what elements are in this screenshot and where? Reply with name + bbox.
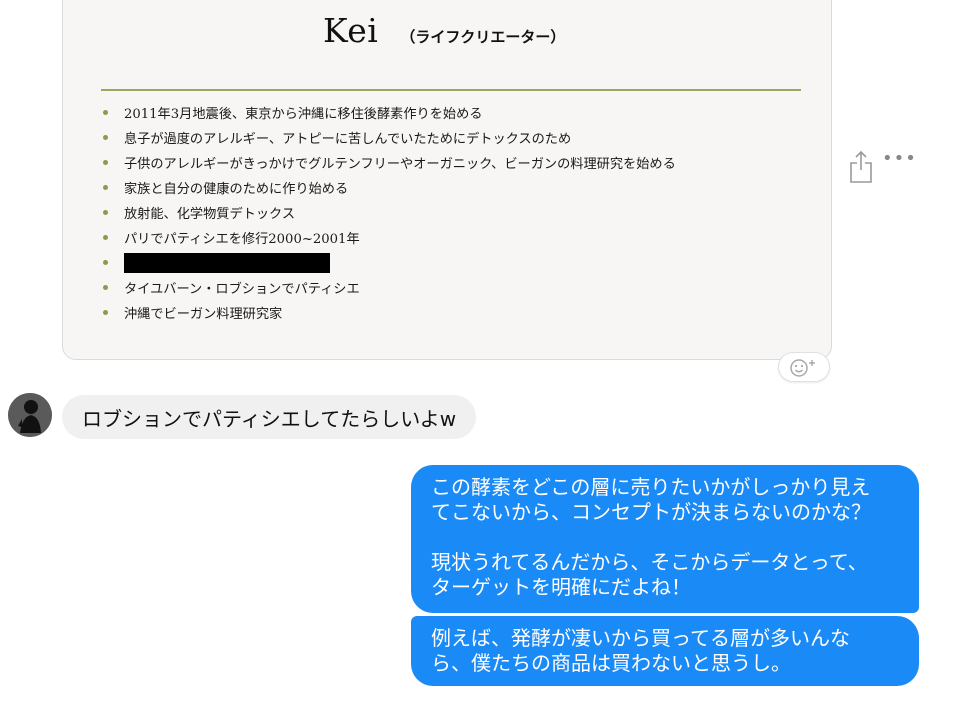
share-icon bbox=[850, 150, 872, 183]
slide-name: Kei bbox=[323, 11, 379, 50]
bullet-dot bbox=[103, 235, 108, 240]
message-line: ら、僕たちの商品は買わないと思うし。 bbox=[431, 651, 791, 675]
bullet-dot bbox=[103, 185, 108, 190]
message-line: ターゲットを明確にだよね！ bbox=[431, 575, 691, 599]
bullet-dot bbox=[103, 310, 108, 315]
bullet-dot bbox=[103, 135, 108, 140]
outgoing-message-bubble[interactable]: この酵素をどこの層に売りたいかがしっかり見え てこないから、コンセプトが決まらな… bbox=[411, 465, 919, 613]
more-options-button[interactable]: ••• bbox=[882, 148, 917, 169]
share-button[interactable] bbox=[848, 150, 874, 184]
bullet-item: 子供のアレルギーがきっかけでグルテンフリーやオーガニック、ビーガンの料理研究を始… bbox=[103, 150, 676, 175]
bullet-item: 放射能、化学物質デトックス bbox=[103, 200, 676, 225]
bullet-item: 息子が過度のアレルギー、アトピーに苦しんでいたためにデトックスのため bbox=[103, 125, 676, 150]
redaction-bar bbox=[124, 252, 330, 273]
bullet-item: 沖縄でビーガン料理研究家 bbox=[103, 300, 676, 325]
bullet-dot bbox=[103, 285, 108, 290]
message-line: 例えば、発酵が凄いから買ってる層が多いんな bbox=[431, 626, 850, 650]
slide-bullet-list: 2011年3月地震後、東京から沖縄に移住後酵素作りを始める 息子が過度のアレルギ… bbox=[103, 100, 676, 325]
outgoing-message-bubble[interactable]: 例えば、発酵が凄いから買ってる層が多いんな ら、僕たちの商品は買わないと思うし。 bbox=[411, 616, 919, 686]
message-line: 現状うれてるんだから、そこからデータとって、 bbox=[431, 550, 868, 574]
message-line: てこないから、コンセプトが決まらないのかな？ bbox=[431, 500, 871, 524]
bullet-item-redacted bbox=[103, 250, 676, 275]
bullet-item: 2011年3月地震後、東京から沖縄に移住後酵素作りを始める bbox=[103, 100, 676, 125]
add-reaction-button[interactable] bbox=[778, 352, 830, 382]
incoming-message-bubble[interactable]: ロブションでパティシエしてたらしいよw bbox=[62, 395, 477, 439]
smiley-plus-icon bbox=[790, 359, 815, 377]
avatar-silhouette-icon bbox=[8, 393, 52, 437]
bullet-dot bbox=[103, 110, 108, 115]
bullet-item: パリでパティシエを修行2000~2001年 bbox=[103, 225, 676, 250]
bullet-dot bbox=[103, 210, 108, 215]
bullet-item: 家族と自分の健康のために作り始める bbox=[103, 175, 676, 200]
bullet-item: タイユバーン・ロブションでパティシエ bbox=[103, 275, 676, 300]
slide-title: Kei （ライフクリエーター） bbox=[323, 11, 565, 50]
slide-divider bbox=[101, 89, 801, 91]
slide-role: （ライフクリエーター） bbox=[400, 28, 566, 46]
shared-slide-attachment[interactable]: Kei （ライフクリエーター） 2011年3月地震後、東京から沖縄に移住後酵素作… bbox=[62, 0, 832, 360]
bullet-dot bbox=[103, 160, 108, 165]
message-line: この酵素をどこの層に売りたいかがしっかり見え bbox=[431, 475, 871, 499]
avatar[interactable] bbox=[8, 393, 52, 437]
bullet-dot bbox=[103, 260, 108, 265]
